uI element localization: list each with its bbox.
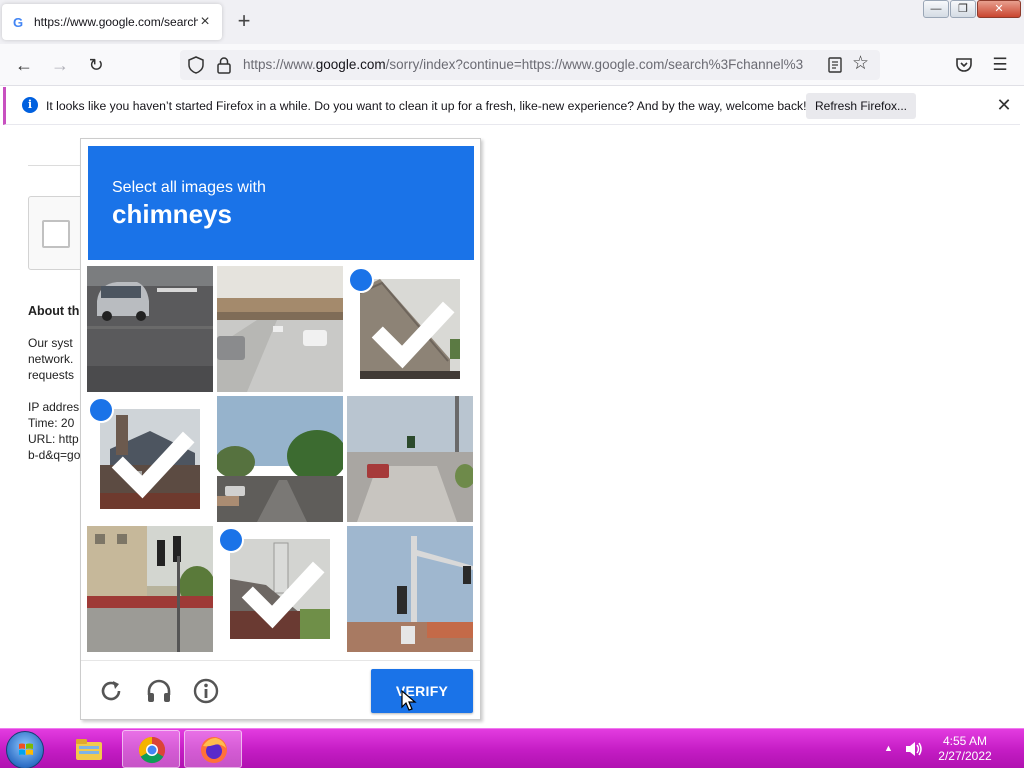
challenge-header: Select all images with chimneys	[88, 146, 474, 260]
image-tile-traffic-lights-building[interactable]	[87, 526, 213, 652]
image-grid	[87, 266, 475, 654]
page-divider	[28, 165, 88, 166]
url-text[interactable]: https://www.google.com/sorry/index?conti…	[243, 57, 819, 72]
show-hidden-icons-icon[interactable]: ▲	[884, 743, 894, 753]
notification-close-icon[interactable]: ✕	[994, 95, 1014, 115]
page-heading: About th	[28, 304, 80, 318]
windows-taskbar: ▲ 4:55 AM 2/27/2022	[0, 728, 1024, 768]
reload-icon[interactable]: ↻	[84, 53, 108, 77]
refresh-firefox-button[interactable]: Refresh Firefox...	[806, 93, 916, 119]
info-icon: i	[22, 97, 38, 113]
page-paragraph-line: network.	[28, 352, 74, 366]
clock-time: 4:55 AM	[942, 734, 988, 748]
challenge-keyword: chimneys	[112, 199, 232, 229]
recaptcha-checkbox[interactable]	[42, 220, 70, 248]
reload-icon[interactable]	[97, 677, 125, 705]
headphones-icon[interactable]	[145, 677, 173, 705]
page-url-line: URL: http	[28, 432, 79, 446]
bookmark-star-icon[interactable]: ☆	[852, 54, 872, 74]
taskbar-firefox[interactable]	[184, 730, 242, 768]
recaptcha-widget	[28, 196, 88, 270]
new-tab-button[interactable]: +	[232, 10, 256, 34]
image-tile-tree-lined-street[interactable]	[217, 396, 343, 522]
system-clock[interactable]: 4:55 AM 2/27/2022	[930, 734, 1000, 764]
page-paragraph-line: Our syst	[28, 336, 73, 350]
recaptcha-challenge: Select all images with chimneys VERIFY	[80, 138, 481, 720]
volume-icon[interactable]	[905, 741, 923, 757]
clock-date: 2/27/2022	[938, 749, 992, 763]
page-paragraph-line: requests	[28, 368, 75, 382]
mouse-cursor-icon	[401, 690, 417, 711]
image-tile-traffic-light-pole[interactable]	[347, 526, 473, 652]
selected-check-icon	[88, 397, 195, 499]
reader-view-icon[interactable]	[826, 56, 844, 74]
firefox-refresh-notification: i It looks like you haven’t started Fire…	[3, 87, 1020, 125]
image-tile-chimney-on-roof[interactable]	[217, 526, 343, 652]
selected-check-icon	[348, 267, 455, 369]
image-tile-house-with-chimney[interactable]	[87, 396, 213, 522]
page-ip-line: IP addres	[28, 400, 80, 414]
close-window-button[interactable]: ✕	[977, 0, 1021, 18]
browser-tab[interactable]: G https://www.google.com/search ×	[2, 4, 222, 40]
taskbar-file-explorer[interactable]	[60, 730, 118, 768]
challenge-instruction: Select all images with	[112, 179, 266, 196]
windows-logo-icon	[19, 743, 33, 755]
pocket-icon[interactable]	[954, 55, 974, 75]
page-url-line: b-d&q=go	[28, 448, 81, 462]
back-icon[interactable]: ←	[12, 53, 36, 77]
tab-close-icon[interactable]: ×	[196, 13, 214, 31]
file-explorer-icon	[76, 739, 102, 760]
challenge-footer: VERIFY	[81, 660, 480, 720]
selected-check-icon	[218, 527, 325, 629]
forward-icon[interactable]: →	[48, 53, 72, 77]
image-tile-road-intersection[interactable]	[347, 396, 473, 522]
tab-bar: G https://www.google.com/search × + — ❐ …	[0, 0, 1024, 44]
minimize-button[interactable]: —	[923, 0, 949, 18]
shield-icon[interactable]	[188, 56, 204, 74]
info-icon[interactable]	[192, 677, 220, 705]
lock-icon[interactable]	[216, 56, 232, 74]
chrome-icon	[138, 736, 166, 764]
restore-button[interactable]: ❐	[950, 0, 976, 18]
page-time-line: Time: 20	[28, 416, 75, 430]
taskbar-chrome[interactable]	[122, 730, 180, 768]
google-favicon-icon: G	[12, 14, 24, 30]
notification-text: It looks like you haven’t started Firefo…	[46, 99, 807, 113]
firefox-icon	[201, 737, 227, 763]
start-button[interactable]	[6, 731, 44, 768]
image-tile-road-overpass[interactable]	[217, 266, 343, 392]
verify-button[interactable]: VERIFY	[371, 669, 473, 713]
url-bar[interactable]: https://www.google.com/sorry/index?conti…	[180, 50, 880, 80]
image-tile-street-car[interactable]	[87, 266, 213, 392]
tab-title: https://www.google.com/search	[34, 15, 198, 29]
navigation-bar: ← → ↻ https://www.google.com/sorry/index…	[0, 44, 1024, 86]
hamburger-menu-icon[interactable]: ☰	[990, 55, 1010, 75]
window-controls: — ❐ ✕	[922, 0, 1021, 20]
image-tile-roof-with-chimney[interactable]	[347, 266, 473, 392]
